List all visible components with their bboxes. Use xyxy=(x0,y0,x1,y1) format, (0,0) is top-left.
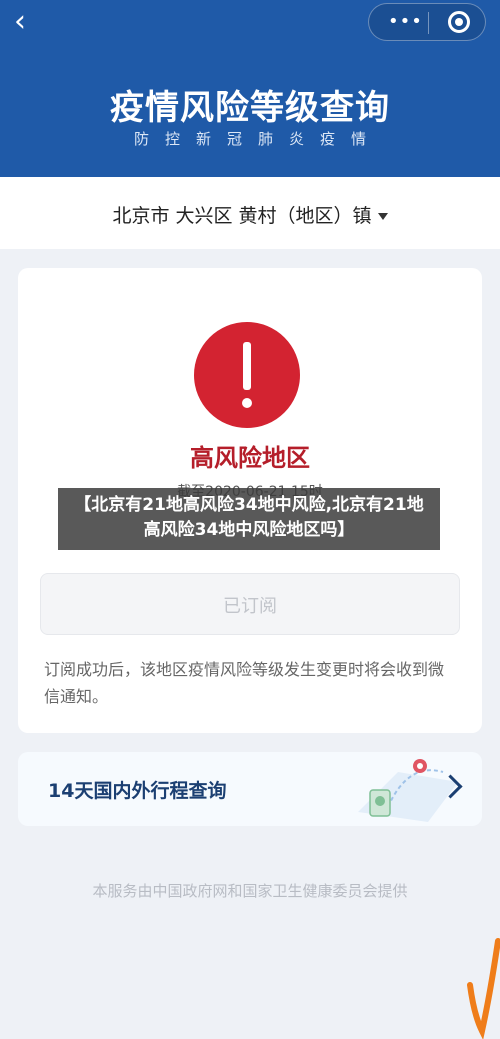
trip-query-card[interactable]: 14天国内外行程查询 xyxy=(18,752,482,826)
header-bar: ‹ ••• 疫情风险等级查询 防控新冠肺炎疫情 xyxy=(0,0,500,177)
exclamation-bar xyxy=(243,342,251,390)
subscribe-button-label: 已订阅 xyxy=(223,596,277,617)
page-subtitle: 防控新冠肺炎疫情 xyxy=(133,130,382,148)
subscribe-note: 订阅成功后，该地区疫情风险等级发生变更时将会收到微信通知。 xyxy=(44,660,445,706)
headline-overlay: 【北京有21地高风险34地中风险,北京有21地高风险34地中风险地区吗】 xyxy=(58,488,440,550)
back-chevron-icon[interactable]: ‹ xyxy=(14,7,42,37)
map-route-icon xyxy=(358,759,458,822)
location-selector[interactable]: 北京市 大兴区 黄村（地区）镇 xyxy=(0,177,500,249)
mini-program-capsule: ••• xyxy=(368,3,486,41)
checkmark-brush-icon xyxy=(467,938,500,1039)
headline-overlay-text: 【北京有21地高风险34地中风险,北京有21地高风险34地中风险地区吗】 xyxy=(74,495,424,540)
trip-query-label: 14天国内外行程查询 xyxy=(48,780,227,802)
dropdown-caret-icon xyxy=(377,213,388,220)
location-label: 北京市 大兴区 黄村（地区）镇 xyxy=(112,205,372,227)
subscribe-button[interactable]: 已订阅 xyxy=(40,573,460,635)
more-dots-icon[interactable]: ••• xyxy=(388,12,422,32)
page-title: 疫情风险等级查询 xyxy=(110,88,390,128)
exclamation-dot xyxy=(242,398,252,408)
alert-exclamation-icon xyxy=(194,322,300,428)
risk-level-label: 高风险地区 xyxy=(190,444,310,472)
target-close-icon[interactable] xyxy=(448,11,470,33)
footer-credit: 本服务由中国政府网和国家卫生健康委员会提供 xyxy=(92,882,408,900)
capsule-divider xyxy=(428,12,429,34)
location-text-wrap[interactable]: 北京市 大兴区 黄村（地区）镇 xyxy=(0,201,500,228)
